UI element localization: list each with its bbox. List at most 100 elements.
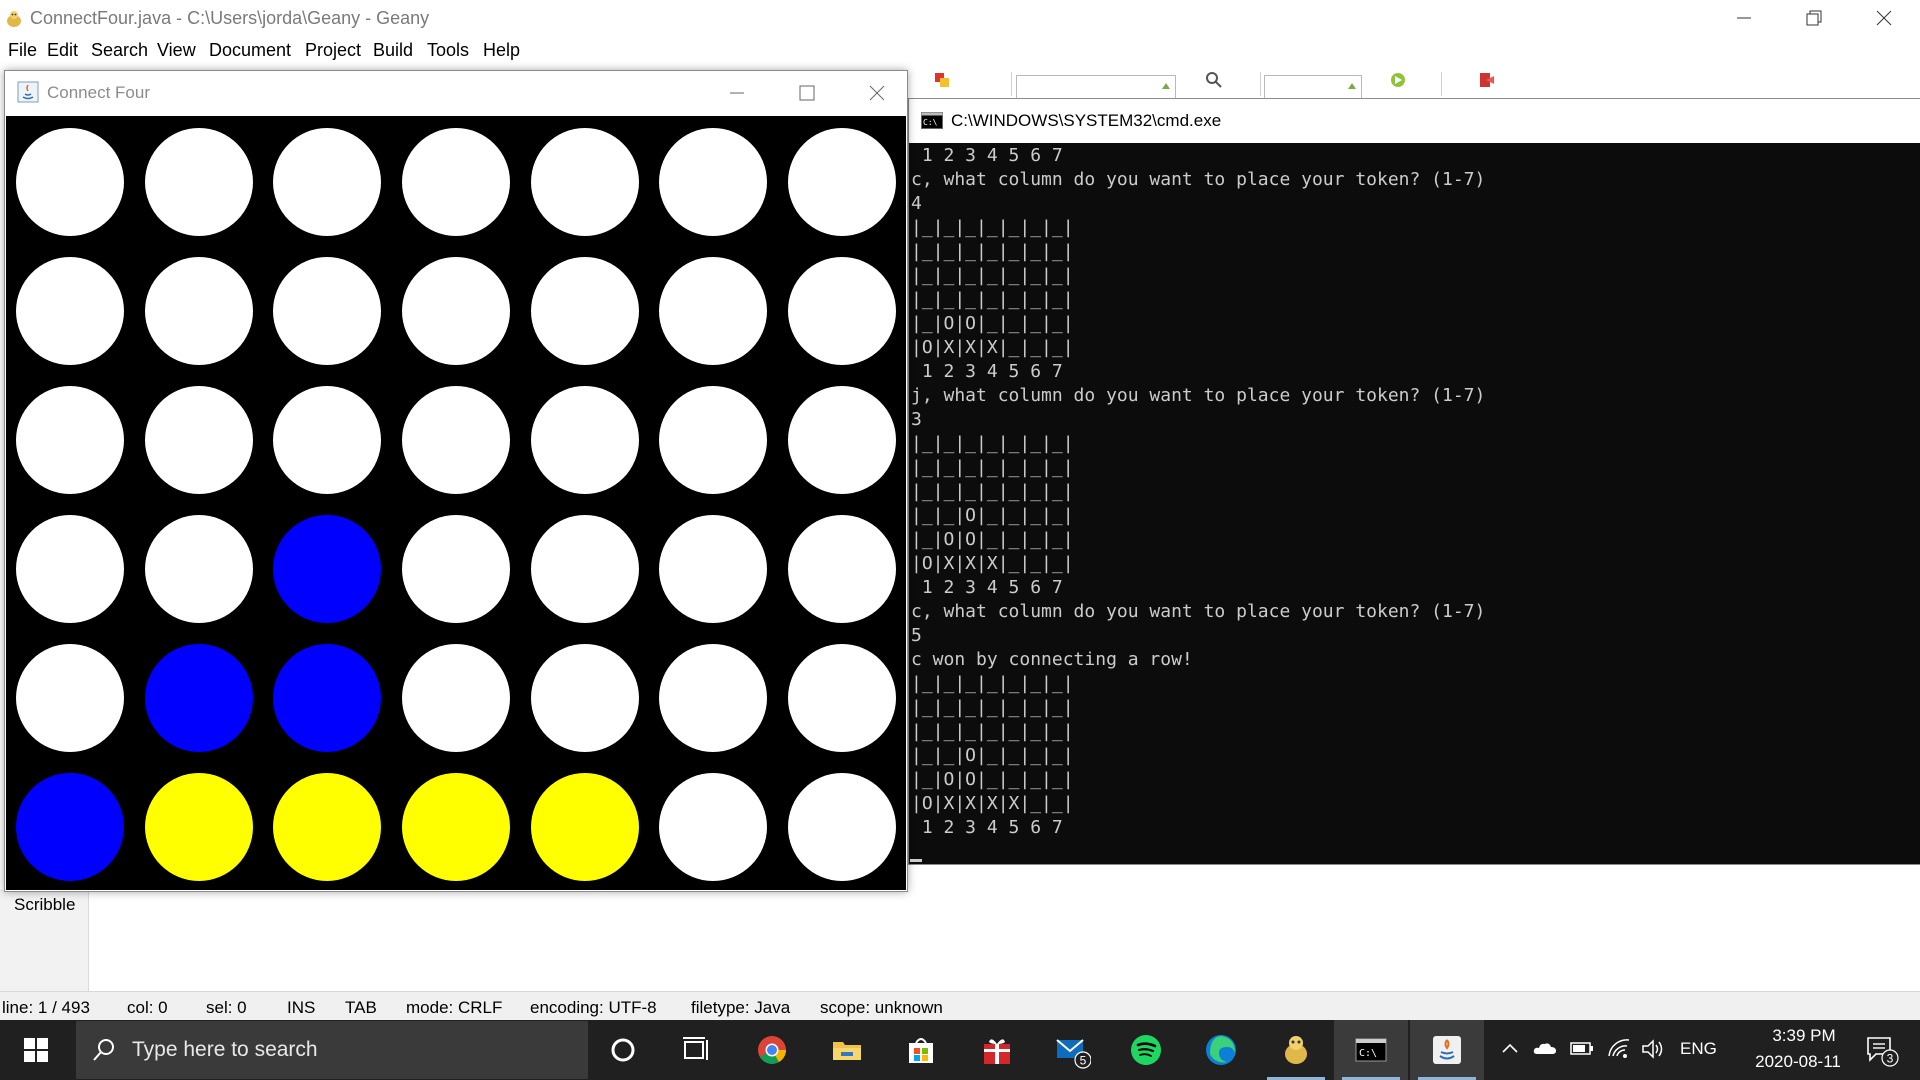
quit-icon[interactable] xyxy=(1476,70,1496,90)
clock-date[interactable]: 2020-08-11 xyxy=(1738,1052,1858,1072)
spotify-taskbar-button[interactable] xyxy=(1109,1020,1183,1080)
menu-build[interactable]: Build xyxy=(373,40,413,61)
cortana-button[interactable] xyxy=(586,1020,660,1080)
taskbar-search-box[interactable]: Type here to search xyxy=(76,1021,588,1079)
board-cell-r3-c7-empty[interactable] xyxy=(787,385,896,494)
board-cell-r5-c1-empty[interactable] xyxy=(16,643,125,752)
volume-icon[interactable] xyxy=(1641,1038,1665,1060)
menu-search[interactable]: Search xyxy=(91,40,148,61)
board-cell-r2-c3-empty[interactable] xyxy=(273,256,382,365)
board-cell-r4-c6-empty[interactable] xyxy=(659,514,768,623)
cmd-title-bar: C:\ C:\WINDOWS\SYSTEM32\cmd.exe xyxy=(909,99,1920,143)
goto-line-combo[interactable] xyxy=(1264,75,1362,99)
board-cell-r4-c5-empty[interactable] xyxy=(530,514,639,623)
board-cell-r6-c6-empty[interactable] xyxy=(659,772,768,881)
board-cell-r4-c1-empty[interactable] xyxy=(16,514,125,623)
board-cell-r5-c6-empty[interactable] xyxy=(659,643,768,752)
cmd-taskbar-button[interactable]: C:\ xyxy=(1334,1020,1408,1080)
connect-four-board[interactable] xyxy=(6,116,906,890)
board-cell-r4-c3-blue[interactable] xyxy=(273,514,382,623)
status-tab: TAB xyxy=(345,998,377,1017)
dropdown-arrow-icon xyxy=(1162,83,1170,89)
menu-edit[interactable]: Edit xyxy=(47,40,78,61)
board-cell-r1-c6-empty[interactable] xyxy=(659,127,768,236)
geany-minimize-button[interactable] xyxy=(1709,0,1779,36)
find-icon[interactable] xyxy=(1204,70,1224,90)
board-cell-r6-c1-blue[interactable] xyxy=(16,772,125,881)
board-cell-r1-c2-empty[interactable] xyxy=(144,127,253,236)
board-cell-r4-c2-empty[interactable] xyxy=(144,514,253,623)
search-combo[interactable] xyxy=(1016,75,1176,99)
jump-to-line-icon[interactable] xyxy=(1388,70,1408,90)
menu-tools[interactable]: Tools xyxy=(427,40,469,61)
menu-document[interactable]: Document xyxy=(209,40,291,61)
file-explorer-taskbar-button[interactable] xyxy=(810,1020,884,1080)
board-cell-r2-c6-empty[interactable] xyxy=(659,256,768,365)
edge-taskbar-button[interactable] xyxy=(1184,1020,1258,1080)
clock-time[interactable]: 3:39 PM xyxy=(1752,1026,1856,1046)
task-view-button[interactable] xyxy=(660,1020,734,1080)
chrome-icon xyxy=(758,1036,786,1064)
chrome-taskbar-button[interactable] xyxy=(735,1020,809,1080)
board-cell-r4-c4-empty[interactable] xyxy=(402,514,510,623)
start-button[interactable] xyxy=(0,1020,72,1080)
java-taskbar-button[interactable] xyxy=(1410,1020,1484,1080)
board-cell-r2-c5-empty[interactable] xyxy=(530,256,639,365)
board-cell-r1-c1-empty[interactable] xyxy=(16,127,125,236)
c4-maximize-button[interactable] xyxy=(772,71,842,107)
board-cell-r3-c5-empty[interactable] xyxy=(530,385,639,494)
board-cell-r3-c2-empty[interactable] xyxy=(144,385,253,494)
scribble-tab[interactable]: Scribble xyxy=(0,889,89,991)
connect-four-window: Connect Four xyxy=(4,70,908,892)
mail-taskbar-button[interactable]: 5 xyxy=(1034,1020,1108,1080)
battery-icon[interactable] xyxy=(1570,1038,1594,1058)
board-cell-r2-c2-empty[interactable] xyxy=(144,256,253,365)
board-cell-r1-c7-empty[interactable] xyxy=(787,127,896,236)
board-cell-r2-c4-empty[interactable] xyxy=(402,256,510,365)
geany-app-icon xyxy=(7,11,21,27)
board-cell-r1-c5-empty[interactable] xyxy=(530,127,639,236)
store-taskbar-button[interactable] xyxy=(884,1020,958,1080)
c4-close-button[interactable] xyxy=(842,71,907,107)
geany-restore-button[interactable] xyxy=(1779,0,1849,36)
board-cell-r3-c6-empty[interactable] xyxy=(659,385,768,494)
board-cell-r6-c4-yellow[interactable] xyxy=(402,772,510,881)
java-app-icon xyxy=(17,81,39,103)
geany-taskbar-button[interactable] xyxy=(1259,1020,1333,1080)
board-cell-r2-c7-empty[interactable] xyxy=(787,256,896,365)
board-cell-r2-c1-empty[interactable] xyxy=(16,256,125,365)
cmd-cursor xyxy=(910,859,922,862)
cmd-console[interactable]: 1 2 3 4 5 6 7 c, what column do you want… xyxy=(909,144,1920,862)
restore-icon xyxy=(1806,10,1822,26)
wifi-icon[interactable] xyxy=(1607,1038,1631,1060)
board-cell-r5-c4-empty[interactable] xyxy=(402,643,510,752)
board-cell-r5-c2-blue[interactable] xyxy=(144,643,253,752)
board-cell-r3-c3-empty[interactable] xyxy=(273,385,382,494)
board-cell-r6-c5-yellow[interactable] xyxy=(530,772,639,881)
geany-close-button[interactable] xyxy=(1849,0,1919,36)
menu-project[interactable]: Project xyxy=(305,40,361,61)
board-cell-r5-c3-blue[interactable] xyxy=(273,643,382,752)
menu-help[interactable]: Help xyxy=(483,40,520,61)
board-cell-r6-c2-yellow[interactable] xyxy=(144,772,253,881)
notification-center-icon[interactable]: 3 xyxy=(1864,1034,1900,1068)
board-cell-r1-c4-empty[interactable] xyxy=(402,127,510,236)
board-cell-r3-c1-empty[interactable] xyxy=(16,385,125,494)
board-cell-r6-c3-yellow[interactable] xyxy=(273,772,382,881)
input-language[interactable]: ENG xyxy=(1680,1039,1717,1059)
board-cell-r1-c3-empty[interactable] xyxy=(273,127,382,236)
board-cell-r6-c7-empty[interactable] xyxy=(787,772,896,881)
color-chooser-icon[interactable] xyxy=(932,70,952,90)
board-cell-r5-c7-empty[interactable] xyxy=(787,643,896,752)
c4-minimize-button[interactable] xyxy=(702,71,772,107)
onedrive-icon[interactable] xyxy=(1533,1038,1557,1058)
spotify-icon xyxy=(1131,1035,1161,1065)
gift-taskbar-button[interactable] xyxy=(960,1020,1034,1080)
menu-view[interactable]: View xyxy=(157,40,196,61)
svg-text:C:\: C:\ xyxy=(923,118,938,127)
board-cell-r4-c7-empty[interactable] xyxy=(787,514,896,623)
menu-file[interactable]: File xyxy=(8,40,37,61)
board-cell-r5-c5-empty[interactable] xyxy=(530,643,639,752)
chevron-up-icon[interactable] xyxy=(1500,1038,1520,1058)
board-cell-r3-c4-empty[interactable] xyxy=(402,385,510,494)
